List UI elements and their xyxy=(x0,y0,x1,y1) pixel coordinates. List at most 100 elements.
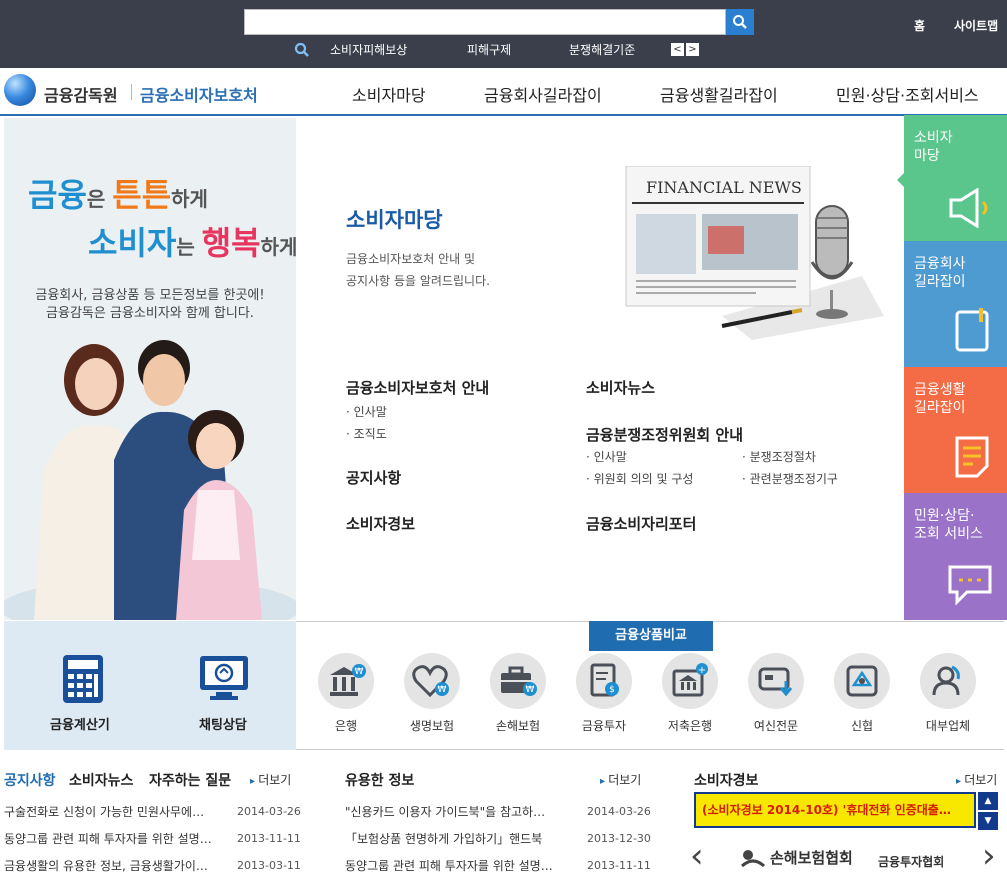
useful-info-item[interactable]: 동양그룹 관련 피해 투자자를 위한 설명… xyxy=(345,857,575,874)
link-committee-structure[interactable]: · 위원회 의의 및 구성 xyxy=(586,470,693,487)
home-link[interactable]: 홈 xyxy=(914,17,925,34)
consumer-alert-ticker[interactable]: (소비자경보 2014-10호) '휴대전화 인증대출… xyxy=(694,792,976,828)
link-dispute-greeting[interactable]: · 인사말 xyxy=(586,448,627,465)
notice-date: 2013-11-11 xyxy=(237,832,301,845)
partner-logo[interactable]: 손해보험협회 xyxy=(770,847,853,868)
product-compare-tab[interactable]: 금융상품비교 xyxy=(589,621,713,651)
svg-text:₩: ₩ xyxy=(438,685,447,695)
tab-financial-company-guide[interactable]: 금융회사 길라잡이 xyxy=(904,241,1007,368)
product-label[interactable]: 생명보험 xyxy=(392,717,472,734)
link-org-chart[interactable]: · 조직도 xyxy=(346,425,387,442)
consumer-alert-title: 소비자경보 xyxy=(694,773,759,789)
product-savings-bank-button[interactable]: + xyxy=(662,653,718,709)
product-lending-button[interactable] xyxy=(920,653,976,709)
keyword-prev-button[interactable]: < xyxy=(671,43,684,56)
partner-logo[interactable]: 금융투자협회 xyxy=(878,853,944,870)
tab-financial-life-guide[interactable]: 금융생활 길라잡이 xyxy=(904,367,1007,494)
keyword-next-button[interactable]: > xyxy=(686,43,699,56)
svg-text:₩: ₩ xyxy=(526,685,535,695)
logo-primary-text[interactable]: 금융감독원 xyxy=(44,82,118,106)
useful-info-item[interactable]: 「보험상품 현명하게 가입하기」핸드북 xyxy=(345,830,575,847)
link-dispute-procedure[interactable]: · 분쟁조정절차 xyxy=(742,448,816,465)
product-label[interactable]: 대부업체 xyxy=(908,717,988,734)
chat-consult-label[interactable]: 채팅상담 xyxy=(199,714,247,733)
useful-info-date: 2013-11-11 xyxy=(587,859,651,872)
search-icon xyxy=(733,15,747,29)
svg-text:+: + xyxy=(698,665,706,676)
person-headset-icon xyxy=(932,665,960,696)
alert-down-button[interactable]: ▼ xyxy=(978,812,998,830)
fss-logo-icon[interactable] xyxy=(4,74,36,106)
link-greeting[interactable]: · 인사말 xyxy=(346,403,387,420)
product-label[interactable]: 저축은행 xyxy=(650,717,730,734)
product-label[interactable]: 신협 xyxy=(822,717,902,734)
product-non-life-insurance-button[interactable]: ₩ xyxy=(490,653,546,709)
link-protection-guide[interactable]: 금융소비자보호처 안내 xyxy=(346,377,489,398)
section-title: 소비자마당 xyxy=(346,208,443,232)
link-consumer-alert[interactable]: 소비자경보 xyxy=(346,513,415,534)
calculator-label[interactable]: 금융계산기 xyxy=(50,714,110,733)
tab-consumer-yard[interactable]: 소비자 마당 xyxy=(904,115,1007,242)
promo-description: 금융감독은 금융소비자와 함께 합니다. xyxy=(46,306,254,321)
partner-next-button[interactable]: › xyxy=(982,839,996,873)
search-button[interactable] xyxy=(726,9,754,35)
useful-info-item[interactable]: "신용카드 이용자 가이드북"을 참고하… xyxy=(345,803,575,820)
newspaper-title: FINANCIAL NEWS xyxy=(646,178,802,197)
tab-civil-service[interactable]: 민원·상담· 조회 서비스 xyxy=(904,493,1007,620)
notepad-icon xyxy=(955,436,989,478)
product-label[interactable]: 여신전문 xyxy=(736,717,816,734)
briefcase-icon: ₩ xyxy=(501,666,537,696)
nav-financial-life-guide[interactable]: 금융생활길라잡이 xyxy=(660,82,778,106)
tab-consumer-news[interactable]: 소비자뉴스 xyxy=(69,770,133,790)
notice-item[interactable]: 구술전화로 신청이 가능한 민원사무에… xyxy=(4,803,230,820)
nav-consumer-yard[interactable]: 소비자마당 xyxy=(352,82,426,106)
alert-more-link[interactable]: 더보기 xyxy=(956,771,997,788)
slogan-line-1: 금융은 튼튼하게 xyxy=(28,176,208,214)
section-description: 금융소비자보호처 안내 및 xyxy=(346,252,476,266)
tab-label: 소비자 마당 xyxy=(914,130,953,164)
useful-info-title: 유용한 정보 xyxy=(345,773,415,789)
logo-secondary-text[interactable]: 금융소비자보호처 xyxy=(140,82,258,106)
chat-bubble-icon xyxy=(948,565,992,606)
partner-prev-button[interactable]: ‹ xyxy=(690,839,704,873)
product-credit-card-button[interactable] xyxy=(748,653,804,709)
link-related-agencies[interactable]: · 관련분쟁조정기구 xyxy=(742,470,838,487)
card-icon xyxy=(758,667,793,697)
keyword-link[interactable]: 소비자피해보상 xyxy=(330,41,407,58)
product-bank-button[interactable]: ₩ xyxy=(318,653,374,709)
quick-menu xyxy=(4,621,296,750)
svg-text:$: $ xyxy=(609,685,615,695)
product-investment-button[interactable]: $ xyxy=(576,653,632,709)
keyword-link[interactable]: 피해구제 xyxy=(467,41,511,58)
keyword-link[interactable]: 분쟁해결기준 xyxy=(569,41,635,58)
product-label[interactable]: 금융투자 xyxy=(564,717,644,734)
family-photo xyxy=(4,340,296,620)
product-credit-union-button[interactable] xyxy=(834,653,890,709)
promo-banner[interactable]: 금융은 튼튼하게 소비자는 행복하게 금융회사, 금융상품 등 모든정보를 한곳… xyxy=(4,118,296,620)
alert-up-button[interactable]: ▲ xyxy=(978,792,998,810)
nav-financial-company-guide[interactable]: 금융회사길라잡이 xyxy=(484,82,602,106)
product-label[interactable]: 은행 xyxy=(306,717,386,734)
tab-faq[interactable]: 자주하는 질문 xyxy=(149,770,231,790)
chat-consult-button[interactable] xyxy=(198,654,250,702)
useful-more-link[interactable]: 더보기 xyxy=(600,771,641,788)
link-consumer-reporter[interactable]: 금융소비자리포터 xyxy=(586,513,696,534)
insurance-association-logo-icon xyxy=(740,850,766,868)
sitemap-link[interactable]: 사이트맵 xyxy=(954,17,998,34)
tab-notice[interactable]: 공지사항 xyxy=(4,770,56,790)
link-consumer-news[interactable]: 소비자뉴스 xyxy=(586,377,655,398)
heart-icon: ₩ xyxy=(412,665,449,698)
notice-item[interactable]: 동양그룹 관련 피해 투자자를 위한 설명… xyxy=(4,830,230,847)
nav-civil-service[interactable]: 민원·상담·조회서비스 xyxy=(836,82,979,106)
document-dollar-icon: $ xyxy=(590,663,619,697)
calculator-icon xyxy=(63,655,103,703)
notice-more-link[interactable]: 더보기 xyxy=(250,771,291,788)
link-notice[interactable]: 공지사항 xyxy=(346,467,401,488)
notice-item[interactable]: 금융생활의 유용한 정보, 금융생활가이… xyxy=(4,857,230,874)
search-input[interactable] xyxy=(244,9,726,35)
product-life-insurance-button[interactable]: ₩ xyxy=(404,653,460,709)
product-label[interactable]: 손해보험 xyxy=(478,717,558,734)
section-description: 공지사항 등을 알려드립니다. xyxy=(346,274,490,288)
calculator-button[interactable] xyxy=(62,654,104,704)
link-dispute-committee[interactable]: 금융분쟁조정위원회 안내 xyxy=(586,424,743,445)
